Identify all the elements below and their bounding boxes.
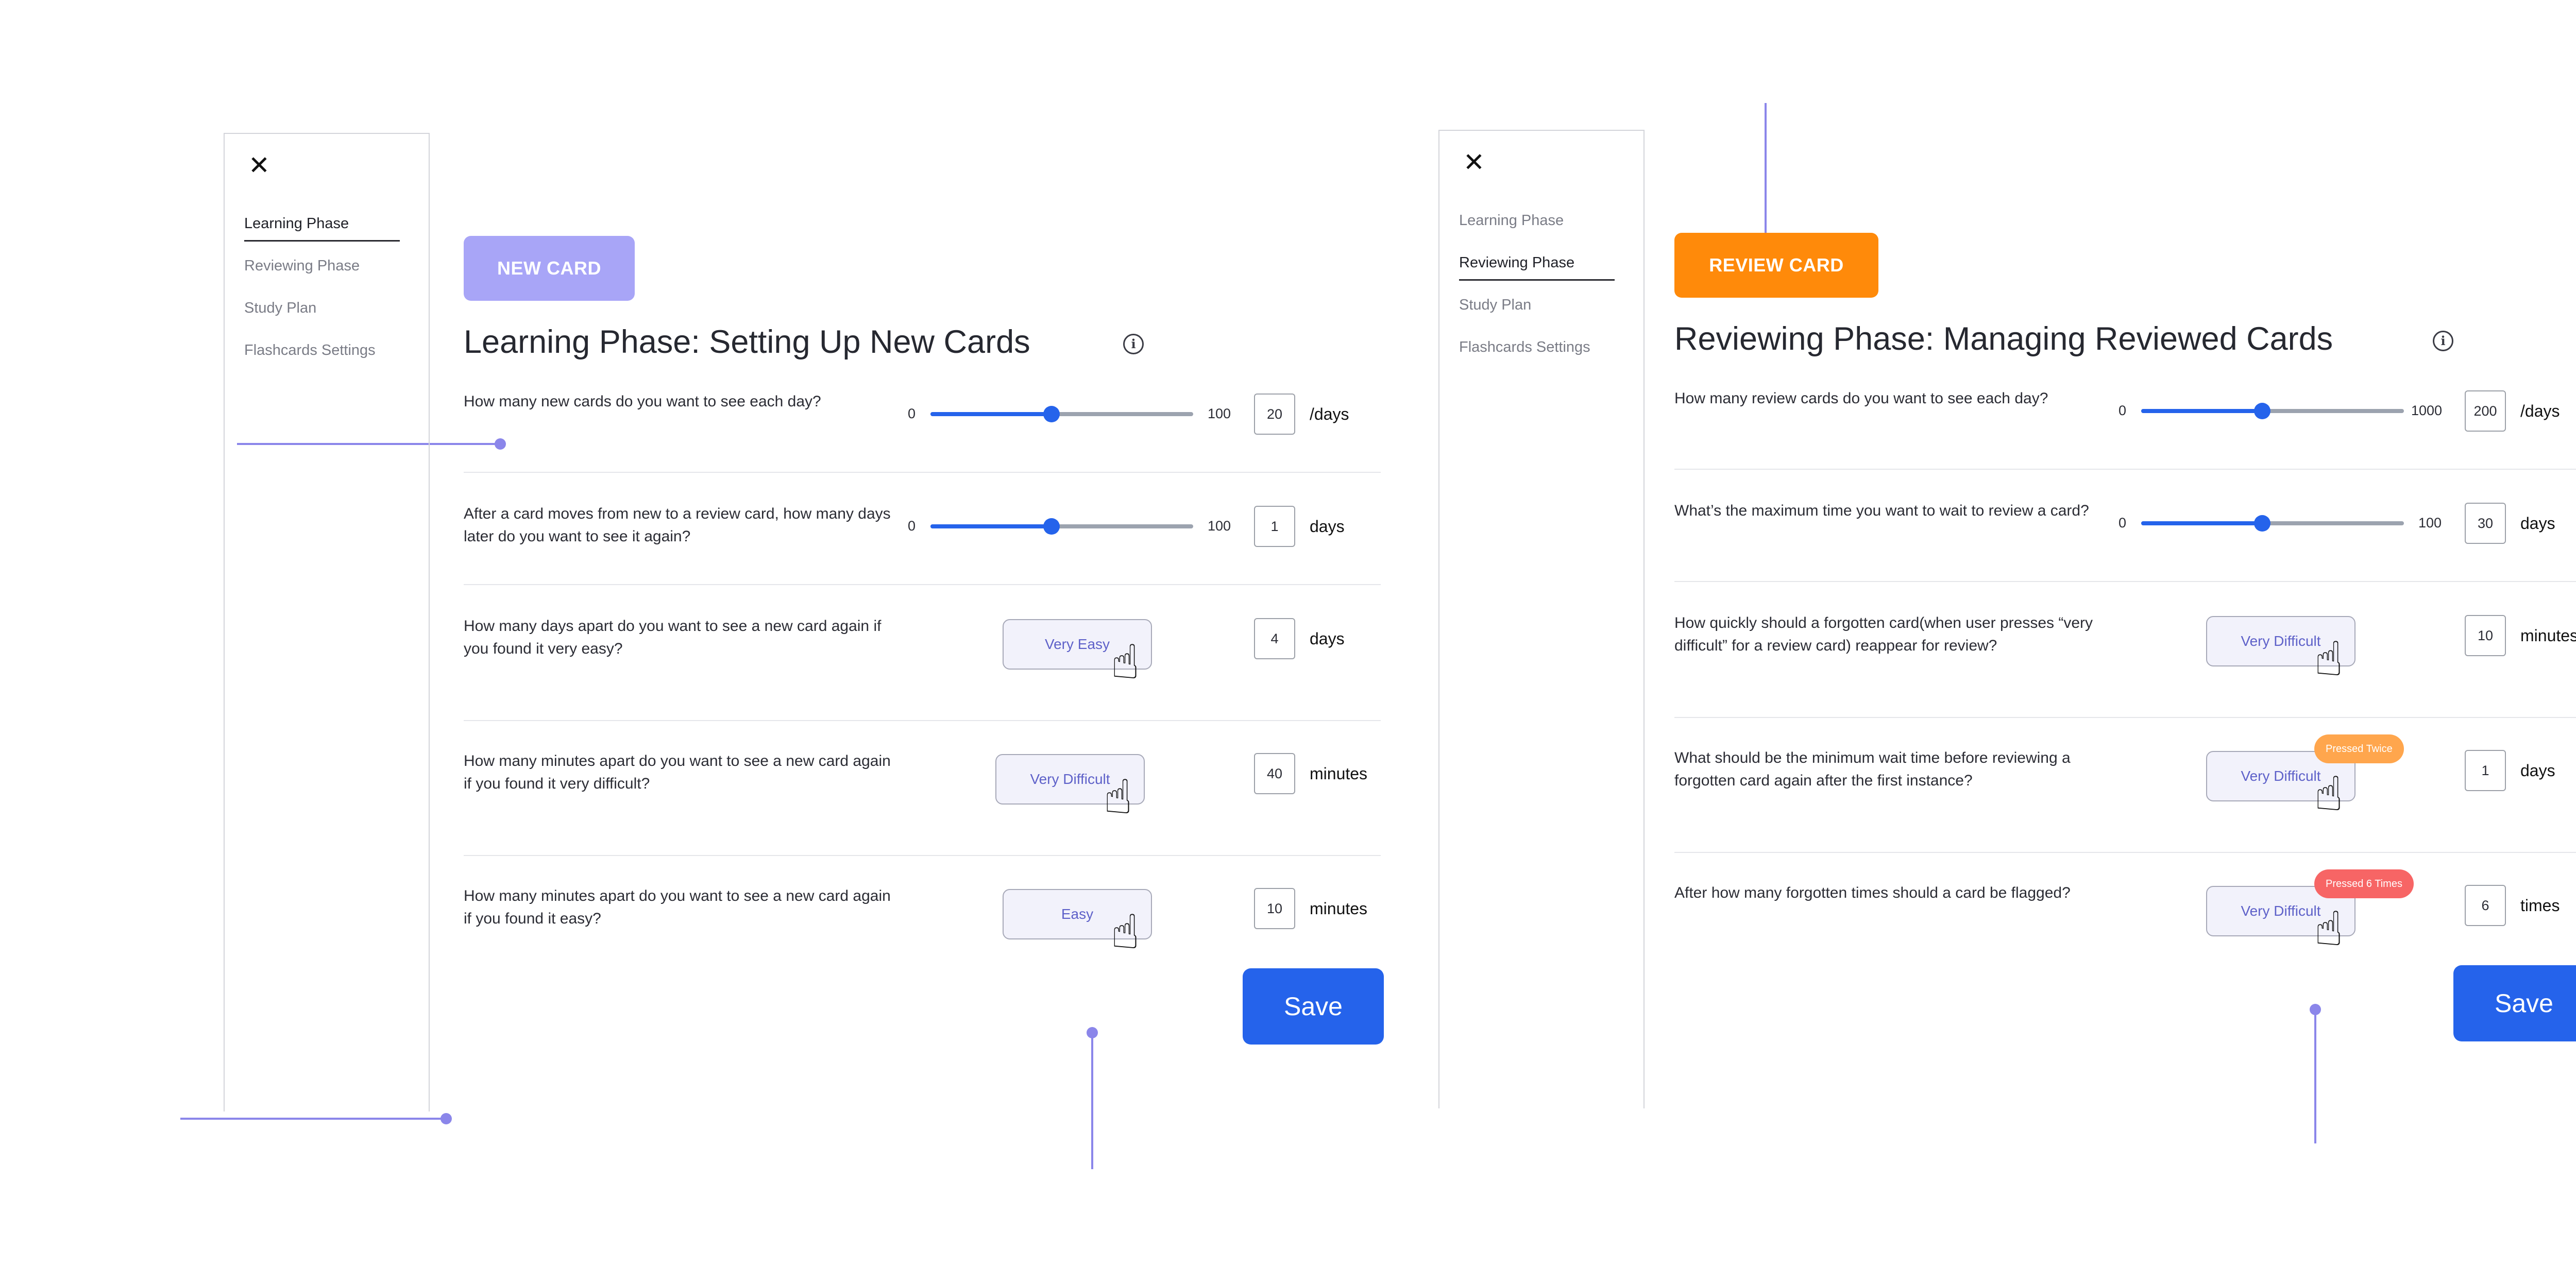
row-divider <box>1674 717 2576 718</box>
slider-fill <box>2141 521 2262 525</box>
reviewing-phase-panel: ✕ Learning Phase Reviewing Phase Study P… <box>1438 130 2576 1134</box>
review-days-input[interactable]: 1 <box>1254 506 1295 547</box>
pressed-6-times-badge: Pressed 6 Times <box>2314 869 2414 898</box>
pressed-twice-badge: Pressed Twice <box>2314 734 2404 763</box>
hand-pointer-icon: ☝ <box>1104 769 1133 825</box>
very-easy-days-input[interactable]: 4 <box>1254 618 1295 659</box>
row-divider <box>464 472 1381 473</box>
max-wait-slider[interactable] <box>2141 515 2404 532</box>
slider-min-label: 0 <box>908 518 916 534</box>
question-min-wait-forgotten: What should be the minimum wait time bef… <box>1674 749 2071 789</box>
unit-label: days <box>1310 517 1345 536</box>
sidebar-item-reviewing-phase[interactable]: Reviewing Phase <box>1459 254 1574 271</box>
review-card-chip: REVIEW CARD <box>1674 233 1878 298</box>
unit-label: times <box>2520 896 2560 915</box>
hand-pointer-icon: ☝ <box>2314 766 2344 822</box>
sidebar-item-reviewing-phase[interactable]: Reviewing Phase <box>244 258 360 275</box>
sidebar-item-learning-phase[interactable]: Learning Phase <box>1459 212 1564 229</box>
sidebar-item-study-plan[interactable]: Study Plan <box>1459 297 1531 314</box>
unit-label: days <box>2520 761 2555 780</box>
slider-max-label: 100 <box>1208 406 1231 421</box>
review-cards-per-day-input[interactable]: 200 <box>2465 390 2506 432</box>
hand-pointer-icon: ☝ <box>2314 901 2344 956</box>
unit-label: days <box>2520 514 2555 533</box>
sidebar-item-study-plan[interactable]: Study Plan <box>244 300 316 317</box>
info-icon[interactable]: i <box>2433 331 2453 351</box>
slider-max-label: 1000 <box>2411 403 2443 418</box>
info-icon[interactable]: i <box>1123 334 1144 354</box>
unit-label: minutes <box>1310 764 1368 783</box>
slider-fill <box>2141 409 2262 413</box>
slider-fill <box>930 412 1052 416</box>
unit-label: days <box>1310 629 1345 648</box>
max-wait-input[interactable]: 30 <box>2465 503 2506 544</box>
question-new-cards-per-day: How many new cards do you want to see ea… <box>464 393 821 410</box>
sidebar-item-learning-phase[interactable]: Learning Phase <box>244 215 349 232</box>
unit-label: minutes <box>2520 626 2576 645</box>
settings-sidebar: ✕ Learning Phase Reviewing Phase Study P… <box>224 133 430 1111</box>
forgotten-reappear-input[interactable]: 10 <box>2465 615 2506 656</box>
slider-max-label: 100 <box>1208 518 1231 534</box>
min-wait-forgotten-input[interactable]: 1 <box>2465 750 2506 791</box>
row-divider <box>464 855 1381 856</box>
row-divider <box>1674 852 2576 853</box>
hand-pointer-icon: ☝ <box>1111 635 1140 690</box>
settings-sidebar: ✕ Learning Phase Reviewing Phase Study P… <box>1438 130 1645 1108</box>
slider-min-label: 0 <box>908 406 916 421</box>
slider-thumb[interactable] <box>2253 403 2270 419</box>
sidebar-item-flashcards-settings[interactable]: Flashcards Settings <box>244 342 376 359</box>
question-review-cards-per-day: How many review cards do you want to see… <box>1674 390 2048 407</box>
sidebar-item-flashcards-settings[interactable]: Flashcards Settings <box>1459 339 1590 356</box>
slider-thumb[interactable] <box>1043 518 1060 535</box>
slider-max-label: 100 <box>2418 515 2442 531</box>
row-divider <box>1674 469 2576 470</box>
save-button[interactable]: Save <box>2453 965 2576 1041</box>
review-cards-slider[interactable] <box>2141 403 2404 419</box>
close-icon[interactable]: ✕ <box>248 152 270 178</box>
close-icon[interactable]: ✕ <box>1463 149 1485 175</box>
slider-min-label: 0 <box>2119 403 2127 418</box>
very-difficult-minutes-input[interactable]: 40 <box>1254 753 1295 794</box>
slider-thumb[interactable] <box>1043 406 1060 422</box>
sidebar-active-indicator <box>1459 279 1615 281</box>
review-days-slider[interactable] <box>930 518 1193 535</box>
unit-label: minutes <box>1310 899 1368 918</box>
new-cards-per-day-input[interactable]: 20 <box>1254 394 1295 435</box>
row-divider <box>1674 581 2576 582</box>
hand-pointer-icon: ☝ <box>2314 631 2344 687</box>
row-divider <box>464 584 1381 585</box>
question-easy-minutes: How many minutes apart do you want to se… <box>464 887 891 927</box>
unit-label: /days <box>2520 402 2560 420</box>
question-days-after-review: After a card moves from new to a review … <box>464 505 891 545</box>
question-very-easy-days: How many days apart do you want to see a… <box>464 618 882 657</box>
question-max-wait-time: What’s the maximum time you want to wait… <box>1674 502 2089 519</box>
save-button[interactable]: Save <box>1243 968 1384 1045</box>
row-divider <box>464 720 1381 721</box>
slider-thumb[interactable] <box>2253 515 2270 532</box>
slider-fill <box>930 524 1052 528</box>
flag-threshold-input[interactable]: 6 <box>2465 885 2506 926</box>
page-title: Reviewing Phase: Managing Reviewed Cards <box>1674 321 2333 357</box>
learning-phase-panel: ✕ Learning Phase Reviewing Phase Study P… <box>224 133 1388 1137</box>
page-title: Learning Phase: Setting Up New Cards <box>464 324 1030 360</box>
question-flag-threshold: After how many forgotten times should a … <box>1674 884 2071 901</box>
question-forgotten-reappear: How quickly should a forgotten card(when… <box>1674 614 2093 654</box>
hand-pointer-icon: ☝ <box>1111 904 1140 960</box>
unit-label: /days <box>1310 405 1349 423</box>
question-very-difficult-minutes: How many minutes apart do you want to se… <box>464 752 891 792</box>
new-card-chip: NEW CARD <box>464 236 635 301</box>
slider-min-label: 0 <box>2119 515 2127 531</box>
new-cards-slider[interactable] <box>930 406 1193 422</box>
easy-minutes-input[interactable]: 10 <box>1254 888 1295 929</box>
sidebar-active-indicator <box>244 240 400 242</box>
